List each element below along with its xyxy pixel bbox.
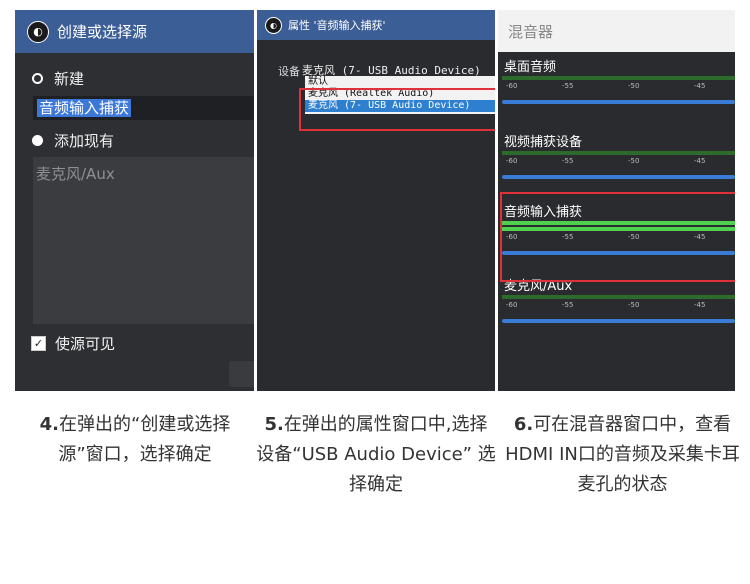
mixer-channel-name: 视频捕获设备 [504, 135, 583, 150]
make-visible-checkbox[interactable]: ✓ 使源可见 [31, 333, 115, 354]
radio-icon [32, 73, 43, 84]
caption-text: 在弹出的“创建或选择源”窗口，选择确定 [58, 414, 231, 465]
dialog-titlebar: ◐ 创建或选择源 [15, 10, 254, 53]
dialog-titlebar: ◐ 属性 '音频输入捕获' [257, 10, 495, 40]
create-select-source-dialog: ◐ 创建或选择源 新建 音频输入捕获 添加现有 麦克风/Aux ✓ 使源可见 [15, 10, 254, 391]
tick-label: -45 [694, 301, 706, 309]
caption-step-6: 6.可在混音器窗口中，查看HDMI IN口的音频及采集卡耳麦孔的状态 [500, 410, 745, 500]
obs-logo-icon: ◐ [27, 20, 49, 43]
level-meter [502, 295, 735, 299]
make-visible-label: 使源可见 [55, 335, 116, 353]
tick-label: -45 [694, 157, 706, 165]
ok-button[interactable] [229, 361, 254, 387]
mixer-title: 混音器 [498, 10, 735, 52]
level-meter [502, 76, 735, 80]
device-option[interactable]: 默认 [305, 76, 495, 88]
tick-label: -50 [628, 301, 640, 309]
source-name-value: 音频输入捕获 [37, 99, 132, 117]
add-existing-label: 添加现有 [54, 132, 115, 150]
tick-label: -50 [628, 157, 640, 165]
mixer-channel-name: 桌面音频 [504, 60, 557, 75]
volume-slider[interactable] [502, 319, 735, 323]
properties-dialog: ◐ 属性 '音频输入捕获' 设备 麦克风 (7- USB Audio Devic… [257, 10, 495, 391]
caption-step-4: 4.在弹出的“创建或选择源”窗口，选择确定 [25, 410, 245, 470]
dialog-title: 创建或选择源 [57, 23, 148, 41]
volume-slider[interactable] [502, 175, 735, 179]
new-source-radio[interactable]: 新建 [32, 68, 84, 89]
tick-label: -50 [628, 82, 640, 90]
existing-sources-list[interactable]: 麦克风/Aux [33, 157, 254, 324]
dialog-title: 属性 '音频输入捕获' [288, 19, 386, 32]
caption-number: 5. [264, 414, 284, 435]
checkmark-icon: ✓ [31, 336, 46, 351]
radio-filled-icon [32, 135, 43, 146]
volume-slider[interactable] [502, 100, 735, 104]
device-label: 设备 [278, 65, 300, 78]
caption-text: 可在混音器窗口中，查看HDMI IN口的音频及采集卡耳麦孔的状态 [505, 414, 740, 495]
highlight-box [500, 192, 735, 282]
tick-label: -60 [506, 157, 518, 165]
source-name-input[interactable]: 音频输入捕获 [33, 96, 254, 120]
add-existing-radio[interactable]: 添加现有 [32, 130, 114, 151]
obs-logo-icon: ◐ [265, 16, 282, 34]
caption-number: 6. [513, 414, 534, 435]
tick-label: -60 [506, 301, 518, 309]
caption-step-5: 5.在弹出的属性窗口中,选择设备“USB Audio Device” 选择确定 [256, 410, 496, 500]
level-meter [502, 151, 735, 155]
tick-label: -45 [694, 82, 706, 90]
caption-text: 在弹出的属性窗口中,选择设备“USB Audio Device” 选择确定 [256, 414, 496, 495]
tick-label: -60 [506, 82, 518, 90]
new-source-label: 新建 [54, 70, 85, 88]
tick-label: -55 [562, 82, 574, 90]
tick-label: -55 [562, 157, 574, 165]
list-item[interactable]: 麦克风/Aux [33, 157, 254, 190]
tick-label: -55 [562, 301, 574, 309]
audio-mixer-panel: 混音器 桌面音频 -60 -55 -50 -45 视频捕获设备 -60 -55 -50 -45 音频… [498, 10, 735, 391]
caption-number: 4. [39, 414, 60, 435]
highlight-box [299, 88, 495, 131]
